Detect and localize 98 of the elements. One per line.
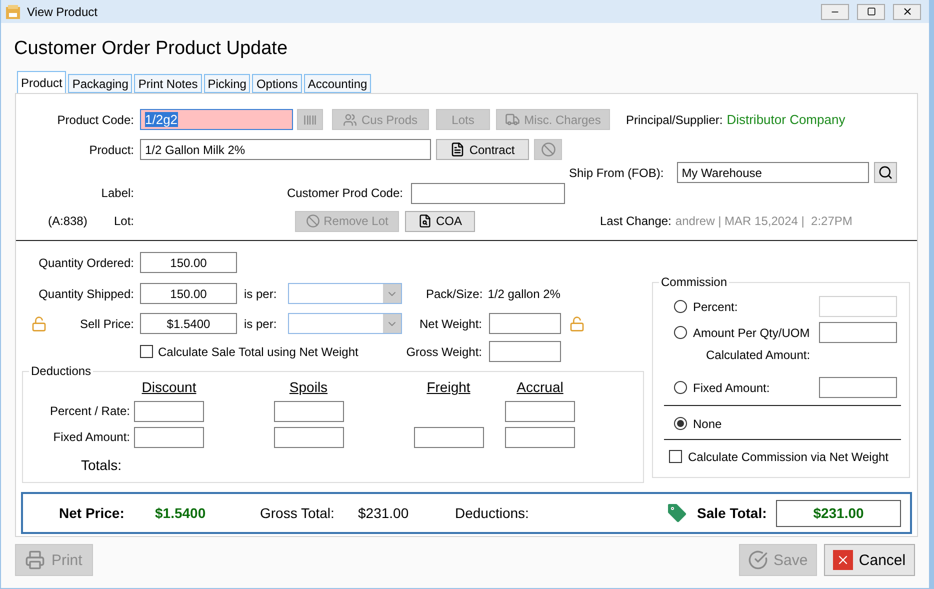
row-label: Fixed Amount:	[52, 430, 130, 444]
unlocked-icon[interactable]	[31, 316, 47, 332]
product-field[interactable]: 1/2 Gallon Milk 2%	[140, 139, 431, 160]
deduction-field[interactable]	[274, 400, 344, 422]
unlocked-icon[interactable]	[569, 316, 585, 332]
quantity-shipped-field[interactable]: 150.00	[140, 283, 237, 304]
deduction-field[interactable]	[134, 426, 204, 448]
field-label: Sell Price:	[78, 316, 134, 330]
close-icon	[832, 550, 853, 570]
field-label: Product:	[88, 142, 134, 156]
tab[interactable]: Packaging	[68, 74, 132, 93]
net-price-label: Net Price:	[59, 505, 126, 521]
sell-price-field[interactable]: $1.5400	[140, 313, 237, 334]
cancel-button[interactable]: Cancel	[824, 544, 916, 576]
gross-total-label: Gross Total:	[260, 505, 336, 521]
field-label: Pack/Size:	[426, 286, 483, 300]
net-weight-field[interactable]	[489, 313, 561, 334]
customer-prod-code-field[interactable]	[411, 183, 565, 204]
radio-button[interactable]	[674, 417, 687, 430]
maximize-icon	[866, 7, 876, 16]
column-header: Freight	[426, 379, 470, 395]
commission-field[interactable]	[819, 377, 897, 398]
deduction-field[interactable]	[134, 400, 204, 422]
totals-label: Totals:	[80, 457, 122, 473]
ship-from-field[interactable]: My Warehouse	[676, 162, 869, 183]
last-change-label: Last Change:	[600, 214, 672, 228]
checkbox[interactable]	[669, 450, 682, 463]
lot-count: (A:838)	[48, 214, 88, 228]
quantity-ordered-field[interactable]: 150.00	[140, 252, 237, 273]
app-icon	[5, 4, 21, 20]
tab[interactable]: Print Notes	[134, 74, 202, 93]
sale-total-value: $231.00	[776, 500, 901, 526]
deduction-field[interactable]	[274, 426, 344, 448]
close-button[interactable]	[893, 4, 921, 20]
column-header: Accrual	[516, 379, 564, 395]
gross-weight-field[interactable]	[489, 341, 561, 362]
group-title: Commission	[660, 275, 728, 289]
group-title: Deductions	[30, 364, 92, 378]
field-label: Quantity Shipped:	[38, 286, 134, 300]
gross-total-value: $231.00	[358, 505, 410, 521]
radio-label: Fixed Amount:	[693, 380, 770, 394]
field-label: Net Weight:	[418, 316, 482, 330]
field-label: Gross Weight:	[405, 344, 482, 358]
barcode-icon	[303, 112, 317, 126]
people-icon	[343, 112, 358, 126]
field-label: Quantity Ordered:	[38, 256, 134, 270]
deductions-label: Deductions:	[455, 505, 530, 521]
field-label: Product Code:	[56, 112, 134, 126]
field-label: Ship From (FOB):	[569, 166, 664, 180]
radio-button[interactable]	[674, 381, 687, 394]
tab[interactable]: Picking	[204, 74, 250, 93]
net-price-value: $1.5400	[155, 505, 207, 521]
printer-icon	[25, 550, 46, 570]
checkbox-label: Calculate Sale Total using Net Weight	[158, 344, 360, 358]
truck-icon	[505, 112, 520, 127]
document-search-icon	[418, 214, 432, 228]
field-label: is per:	[244, 316, 278, 330]
form-heading: Customer Order Product Update	[14, 38, 289, 61]
column-header: Discount	[142, 379, 196, 395]
supplier-label: Principal/Supplier:	[626, 112, 723, 126]
field-label: Label:	[100, 185, 134, 202]
search-icon	[878, 165, 893, 180]
tab[interactable]: Options	[252, 74, 302, 93]
prohibited-icon	[306, 214, 320, 228]
checkbox[interactable]	[140, 345, 153, 358]
price-tag-icon	[665, 501, 689, 525]
deduction-field[interactable]	[505, 400, 575, 422]
supplier-name: Distributor Company	[726, 112, 846, 127]
contract-button[interactable]: Contract	[436, 139, 529, 160]
check-icon	[748, 550, 768, 570]
checkbox-label: Calculate Commission via Net Weight	[688, 450, 889, 464]
deduction-field[interactable]	[505, 426, 575, 448]
calculated-amount-label: Calculated Amount:	[706, 348, 812, 362]
deduction-field[interactable]	[414, 426, 484, 448]
commission-field[interactable]	[819, 322, 897, 343]
radio-label: Amount Per Qty/UOM	[693, 326, 810, 340]
window-title: View Product	[27, 4, 98, 18]
radio-button[interactable]	[674, 300, 687, 313]
radio-button[interactable]	[674, 326, 687, 339]
field-label: Customer Prod Code:	[286, 185, 403, 202]
document-icon	[450, 142, 466, 157]
field-label: Lot:	[112, 214, 134, 228]
pack-size-value: 1/2 gallon 2%	[488, 286, 560, 300]
field-label: is per:	[244, 286, 278, 300]
last-change-value: andrew | MAR 15,2024 | 2:27PM	[675, 214, 852, 228]
coa-button[interactable]: COA	[405, 210, 475, 232]
row-label: Percent / Rate:	[48, 404, 130, 418]
maximize-button[interactable]	[857, 4, 885, 20]
tab[interactable]: Product	[17, 71, 66, 93]
close-icon	[902, 6, 912, 17]
radio-label: Percent:	[693, 300, 738, 314]
tab[interactable]: Accounting	[304, 74, 372, 93]
prohibited-icon	[540, 142, 556, 157]
search-button[interactable]	[874, 162, 897, 183]
product-code-field[interactable]: 1/2g2	[140, 109, 293, 130]
sale-total-label: Sale Total:	[697, 505, 768, 521]
column-header: Spoils	[289, 379, 328, 395]
radio-label: None	[693, 416, 722, 430]
